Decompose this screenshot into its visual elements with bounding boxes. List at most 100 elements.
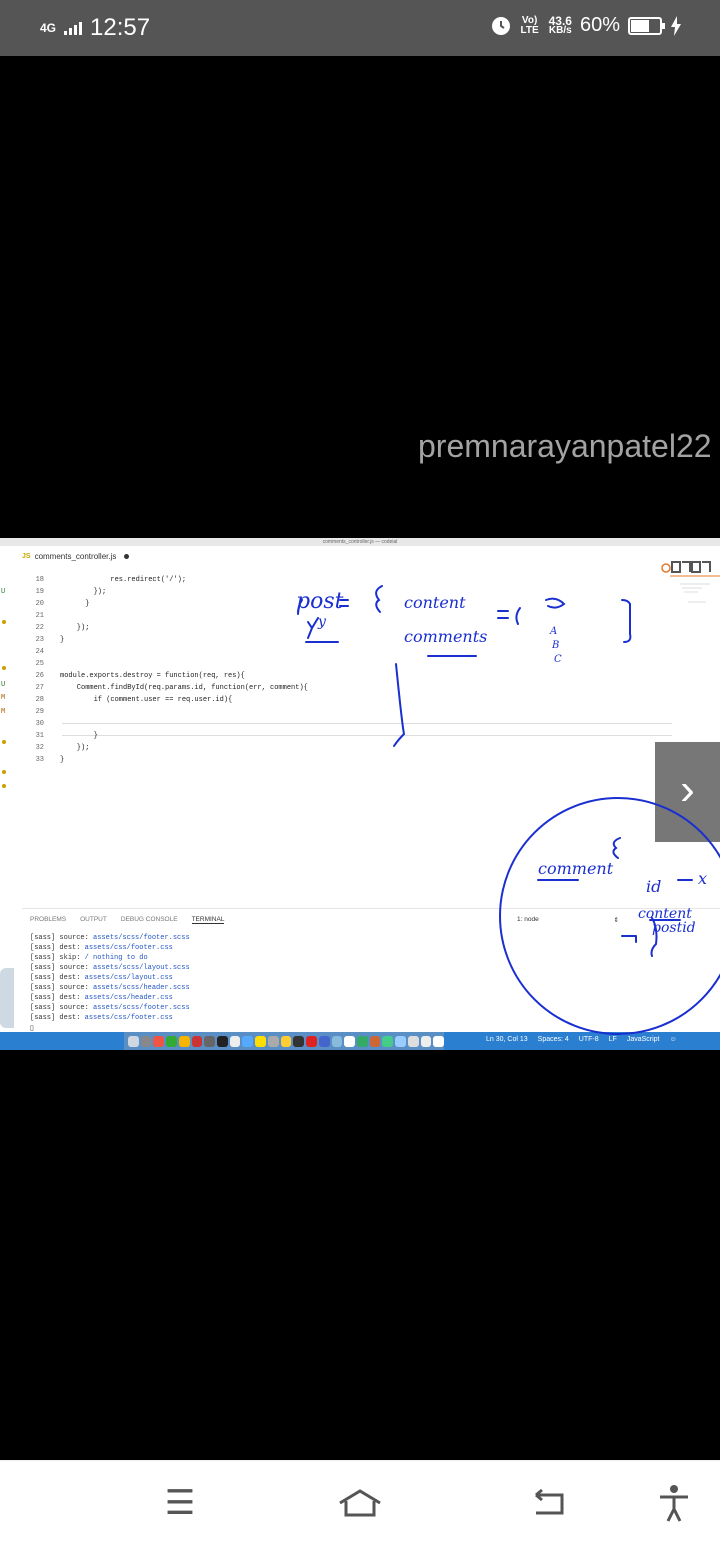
dock-app-icon[interactable]	[356, 1035, 368, 1047]
terminal-output[interactable]: [sass] source: assets/scss/footer.scss [s…	[30, 934, 190, 1034]
tab-terminal[interactable]: TERMINAL	[191, 916, 225, 924]
terminal-key: source:	[59, 984, 89, 992]
video-frame[interactable]: comments_controller.js — codeial JS comm…	[0, 538, 720, 1050]
feedback-icon[interactable]: ☺	[670, 1036, 677, 1043]
code-line[interactable]: 28 if (comment.user == req.user.id){	[22, 696, 233, 708]
dock-app-icon[interactable]	[318, 1035, 330, 1047]
terminal-line: [sass] source: assets/scss/layout.scss	[30, 964, 190, 974]
code-line[interactable]: 25	[22, 660, 60, 672]
code-line[interactable]: 33}	[22, 756, 65, 768]
dock-app-icon[interactable]	[293, 1035, 305, 1047]
dock-app-icon[interactable]	[242, 1035, 254, 1047]
dock-app-icon[interactable]	[217, 1035, 228, 1047]
git-badge	[2, 784, 6, 788]
dock-app-icon[interactable]	[166, 1035, 177, 1047]
dock-app-icon[interactable]	[178, 1035, 190, 1047]
code-line[interactable]: 22 });	[22, 624, 90, 636]
terminal-tag: [sass]	[30, 964, 56, 972]
editor-tab[interactable]: JS comments_controller.js	[22, 552, 130, 561]
code-line[interactable]: 32 });	[22, 744, 90, 756]
code-text: res.redirect('/');	[60, 576, 187, 584]
dock-app-icon[interactable]	[267, 1035, 279, 1047]
terminal-tag: [sass]	[30, 944, 56, 952]
accessibility-icon[interactable]	[652, 1481, 696, 1525]
line-ending[interactable]: LF	[609, 1036, 617, 1043]
terminal-tag: [sass]	[30, 934, 56, 942]
home-icon[interactable]	[338, 1481, 382, 1525]
line-number: 27	[35, 684, 44, 692]
dock-app-icon[interactable]	[204, 1035, 216, 1047]
code-line[interactable]: 27 Comment.findById(req.params.id, funct…	[22, 684, 308, 696]
ink-comments: comments	[404, 627, 487, 646]
code-text: if (comment.user == req.user.id){	[60, 696, 233, 704]
terminal-val: assets/css/header.css	[84, 994, 173, 1002]
dock-app-icon[interactable]	[128, 1035, 139, 1047]
dock-app-icon[interactable]	[331, 1035, 343, 1047]
tab-output[interactable]: OUTPUT	[80, 916, 107, 924]
dock-app-icon[interactable]	[344, 1035, 355, 1047]
dock-app-icon[interactable]	[191, 1035, 203, 1047]
git-badge: U	[1, 681, 6, 689]
dock-app-icon[interactable]	[140, 1035, 152, 1047]
current-line-highlight	[62, 723, 672, 736]
encoding[interactable]: UTF-8	[579, 1036, 599, 1043]
code-text: });	[60, 588, 107, 596]
ink-x: x	[698, 869, 707, 888]
code-line[interactable]: 30	[22, 720, 60, 732]
dock-app-icon[interactable]	[255, 1035, 266, 1047]
code-line[interactable]: 23}	[22, 636, 65, 648]
js-file-icon: JS	[22, 553, 31, 560]
mac-dock	[124, 1032, 444, 1050]
terminal-tag: [sass]	[30, 994, 56, 1002]
dock-app-icon[interactable]	[420, 1035, 432, 1047]
dock-app-icon[interactable]	[395, 1035, 406, 1047]
dock-app-icon[interactable]	[382, 1035, 394, 1047]
terminal-line: [sass] source: assets/scss/footer.scss	[30, 934, 190, 944]
dock-app-icon[interactable]	[369, 1035, 381, 1047]
dock-app-icon[interactable]	[306, 1035, 317, 1047]
code-text: });	[60, 744, 90, 752]
code-text: });	[60, 624, 90, 632]
code-line[interactable]: 31 }	[22, 732, 98, 744]
terminal-key: source:	[59, 964, 89, 972]
line-number: 31	[35, 732, 44, 740]
dock-app-icon[interactable]	[229, 1035, 241, 1047]
chevron-updown-icon: ⇕	[613, 917, 619, 924]
menu-icon[interactable]: ☰	[158, 1481, 202, 1525]
line-number: 26	[35, 672, 44, 680]
indent-spaces[interactable]: Spaces: 4	[538, 1036, 569, 1043]
code-text: }	[60, 756, 65, 764]
line-number: 20	[35, 600, 44, 608]
dock-app-icon[interactable]	[407, 1035, 419, 1047]
terminal-key: dest:	[59, 974, 81, 982]
next-button[interactable]: ›	[655, 742, 720, 842]
terminal-key: skip:	[59, 954, 81, 962]
git-badge: U	[1, 588, 6, 596]
code-line[interactable]: 20 }	[22, 600, 90, 612]
code-line[interactable]: 18 res.redirect('/');	[22, 576, 186, 588]
status-left: 4G 12:57	[40, 14, 150, 42]
cursor-position[interactable]: Ln 30, Col 13	[486, 1036, 528, 1043]
code-line[interactable]: 26 module.exports.destroy = function(req,…	[22, 672, 245, 684]
line-number: 22	[35, 624, 44, 632]
code-line[interactable]: 24	[22, 648, 60, 660]
dock-app-icon[interactable]	[280, 1035, 292, 1047]
code-line[interactable]: 19 });	[22, 588, 107, 600]
tab-debug-console[interactable]: DEBUG CONSOLE	[121, 916, 178, 924]
git-badge: M	[1, 694, 6, 702]
code-line[interactable]: 29	[22, 708, 60, 720]
dock-app-icon[interactable]	[153, 1035, 165, 1047]
dock-app-icon[interactable]	[433, 1035, 444, 1047]
terminal-select[interactable]: 1: node ⇕	[516, 915, 620, 927]
tab-problems[interactable]: PROBLEMS	[30, 916, 66, 924]
back-icon[interactable]	[528, 1481, 572, 1525]
ink-item-a: A	[549, 626, 557, 637]
terminal-line: [sass] skip: / nothing to do	[30, 954, 190, 964]
language-mode[interactable]: JavaScript	[627, 1036, 660, 1043]
terminal-tag: [sass]	[30, 1004, 56, 1012]
status-items: Ln 30, Col 13 Spaces: 4 UTF-8 LF JavaScr…	[486, 1036, 677, 1043]
code-text: }	[60, 636, 65, 644]
code-line[interactable]: 21	[22, 612, 60, 624]
terminal-val: assets/scss/layout.scss	[93, 964, 190, 972]
line-number: 29	[35, 708, 44, 716]
